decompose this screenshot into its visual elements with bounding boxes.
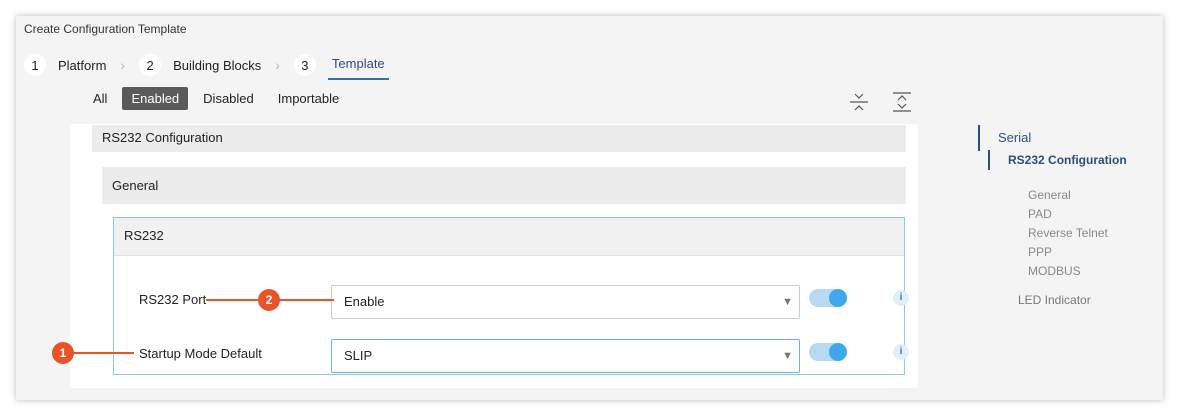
- startup-mode-toggle[interactable]: [809, 343, 847, 361]
- toggle-knob: [829, 289, 847, 307]
- nav-item-modbus[interactable]: MODBUS: [1028, 264, 1081, 278]
- expand-all-icon[interactable]: [891, 91, 913, 113]
- callout-badge-2: 2: [258, 289, 280, 311]
- toggle-knob: [829, 343, 847, 361]
- filter-disabled[interactable]: Disabled: [194, 87, 263, 110]
- startup-mode-select[interactable]: SLIP ▼: [331, 339, 800, 373]
- callout-badge-1: 1: [52, 342, 74, 364]
- nav-item-reverse-telnet[interactable]: Reverse Telnet: [1028, 226, 1108, 240]
- wizard-steps: 1 Platform › 2 Building Blocks › 3 Templ…: [16, 48, 389, 82]
- nav-item-serial[interactable]: Serial: [978, 125, 1031, 151]
- section-rs232-configuration[interactable]: RS232 Configuration: [92, 125, 906, 152]
- nav-item-rs232-configuration[interactable]: RS232 Configuration: [988, 150, 1127, 170]
- wizard-step-building-blocks[interactable]: 2 Building Blocks: [139, 49, 261, 81]
- window-title: Create Configuration Template: [24, 22, 187, 36]
- chevron-right-icon: ›: [275, 57, 280, 73]
- step-number: 2: [139, 54, 162, 76]
- step-number: 3: [293, 54, 316, 76]
- info-icon[interactable]: i: [893, 290, 909, 306]
- rs232-group-header[interactable]: RS232: [114, 218, 904, 256]
- chevron-down-icon: ▼: [782, 350, 793, 362]
- filter-bar: All Enabled Disabled Importable: [84, 87, 354, 110]
- startup-mode-value: SLIP: [344, 348, 373, 363]
- info-icon[interactable]: i: [893, 344, 909, 360]
- section-general[interactable]: General: [102, 167, 906, 204]
- nav-item-general[interactable]: General: [1028, 188, 1071, 202]
- nav-item-ppp[interactable]: PPP: [1028, 245, 1052, 259]
- wizard-step-platform[interactable]: 1 Platform: [24, 49, 106, 81]
- rs232-port-label: RS232 Port: [139, 292, 207, 307]
- nav-item-pad[interactable]: PAD: [1028, 207, 1052, 221]
- step-label: Building Blocks: [173, 57, 262, 73]
- collapse-all-icon[interactable]: [848, 91, 870, 113]
- rs232-port-value: Enable: [344, 294, 385, 309]
- chevron-right-icon: ›: [120, 57, 126, 73]
- rs232-port-select[interactable]: Enable ▼: [331, 285, 800, 319]
- filter-all[interactable]: All: [84, 87, 116, 110]
- rs232-port-toggle[interactable]: [809, 289, 847, 307]
- nav-item-led-indicator[interactable]: LED Indicator: [1018, 293, 1091, 307]
- step-number: 1: [24, 54, 46, 76]
- chevron-down-icon: ▼: [782, 296, 793, 308]
- filter-enabled[interactable]: Enabled: [122, 87, 189, 110]
- startup-mode-label: Startup Mode Default: [139, 346, 262, 361]
- filter-importable[interactable]: Importable: [269, 87, 348, 110]
- wizard-step-template[interactable]: 3 Template: [293, 49, 389, 81]
- step-label: Platform: [58, 57, 107, 73]
- step-label: Template: [327, 50, 389, 80]
